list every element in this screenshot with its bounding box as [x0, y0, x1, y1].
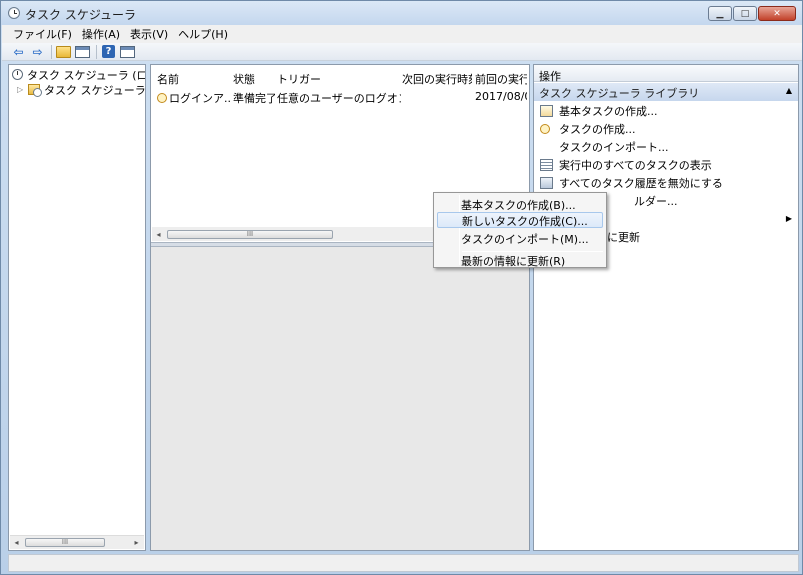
window-controls: ▁ □ ✕ [707, 6, 796, 21]
status-bar [8, 554, 799, 572]
folder-up-icon[interactable] [56, 45, 71, 59]
submenu-arrow-icon[interactable]: ▶ [786, 214, 792, 223]
tree-item-label: タスク スケジューラ ラ [44, 83, 146, 97]
collapse-arrow-icon[interactable]: ▲ [786, 86, 792, 95]
context-menu-item-import-task[interactable]: タスクのインポート(M)... [437, 230, 603, 246]
toolbar: ⇦ ⇨ ? [2, 43, 802, 61]
tree-item-library[interactable]: ▷ タスク スケジューラ ラ [17, 82, 146, 97]
horizontal-scrollbar[interactable]: ◂ III ▸ [10, 535, 144, 549]
tree-item-label: タスク スケジューラ (ロー [27, 68, 146, 82]
scroll-left-icon[interactable]: ◂ [152, 230, 165, 239]
toolbar-separator [51, 44, 52, 59]
help-icon[interactable]: ? [101, 45, 116, 59]
action-new-folder[interactable]: ルダー... [634, 193, 678, 209]
back-arrow-icon[interactable]: ⇦ [11, 45, 26, 59]
context-menu: 基本タスクの作成(B)... 新しいタスクの作成(C)... タスクのインポート… [433, 192, 607, 268]
column-header-next-run[interactable]: 次回の実行時刻 [402, 71, 472, 87]
basic-task-icon [540, 105, 553, 117]
task-scheduler-window: タスク スケジューラ ▁ □ ✕ ファイル(F) 操作(A) 表示(V) ヘルプ… [0, 0, 803, 575]
cell-name: ログインア... [157, 90, 232, 105]
context-menu-item-refresh[interactable]: 最新の情報に更新(R) [437, 252, 603, 268]
action-refresh[interactable]: に更新 [607, 229, 640, 245]
column-header-status[interactable]: 状態 [233, 71, 273, 87]
clock-icon [12, 69, 23, 80]
clock-icon [8, 7, 20, 19]
scroll-thumb[interactable]: III [25, 538, 105, 547]
action-import-task[interactable]: タスクのインポート... [540, 139, 669, 155]
task-icon [157, 93, 167, 103]
actions-section-header[interactable]: タスク スケジューラ ライブラリ ▲ [534, 83, 798, 101]
scroll-left-icon[interactable]: ◂ [10, 538, 23, 547]
toolbar-separator [96, 44, 97, 59]
window-title: タスク スケジューラ [25, 8, 136, 22]
title-bar[interactable]: タスク スケジューラ ▁ □ ✕ [1, 1, 802, 25]
action-display-running-tasks[interactable]: 実行中のすべてのタスクの表示 [540, 157, 712, 173]
library-folder-icon [28, 84, 42, 97]
menu-bar: ファイル(F) 操作(A) 表示(V) ヘルプ(H) [2, 25, 802, 43]
scroll-thumb[interactable]: III [167, 229, 333, 239]
minimize-button[interactable]: ▁ [708, 6, 732, 21]
context-menu-item-create-basic-task[interactable]: 基本タスクの作成(B)... [437, 196, 603, 212]
maximize-button[interactable]: □ [733, 6, 757, 21]
column-header-last-run[interactable]: 前回の実行時 [475, 71, 527, 87]
cell-trigger: 任意のユーザーのログオン時 [277, 92, 401, 105]
menu-view[interactable]: 表示(V) [125, 26, 173, 42]
task-list-pane: 名前 状態 トリガー 次回の実行時刻 前回の実行時 ログインア... 準備完了 … [150, 64, 530, 551]
navigation-tree: タスク スケジューラ (ロー ▷ タスク スケジューラ ラ ◂ III ▸ [8, 64, 146, 551]
create-task-icon [540, 124, 550, 134]
running-tasks-icon [540, 159, 553, 171]
actions-pane: 操作 タスク スケジューラ ライブラリ ▲ 基本タスクの作成... タスクの作成… [533, 64, 799, 551]
cell-next-run [402, 90, 472, 105]
task-detail-area [151, 247, 529, 550]
menu-file[interactable]: ファイル(F) [8, 26, 77, 42]
show-action-pane-icon[interactable] [120, 45, 135, 59]
scroll-right-icon[interactable]: ▸ [130, 538, 143, 547]
menu-action[interactable]: 操作(A) [77, 26, 125, 42]
action-create-task[interactable]: タスクの作成... [540, 121, 636, 137]
cell-last-run: 2017/08/02 [475, 90, 527, 103]
tree-item-root[interactable]: タスク スケジューラ (ロー [12, 67, 146, 82]
expand-arrow-icon[interactable]: ▷ [17, 85, 25, 94]
forward-arrow-icon[interactable]: ⇨ [30, 45, 45, 59]
action-disable-task-history[interactable]: すべてのタスク履歴を無効にする [540, 175, 723, 191]
menu-help[interactable]: ヘルプ(H) [173, 26, 233, 42]
show-pane-icon[interactable] [75, 45, 90, 59]
column-header-trigger[interactable]: トリガー [277, 71, 397, 87]
cell-status: 準備完了 [233, 92, 275, 105]
actions-header: 操作 [534, 65, 798, 83]
history-icon [540, 177, 553, 189]
column-header-name[interactable]: 名前 [157, 71, 227, 87]
context-menu-item-create-new-task[interactable]: 新しいタスクの作成(C)... [437, 212, 603, 228]
close-button[interactable]: ✕ [758, 6, 796, 21]
action-create-basic-task[interactable]: 基本タスクの作成... [540, 103, 658, 119]
